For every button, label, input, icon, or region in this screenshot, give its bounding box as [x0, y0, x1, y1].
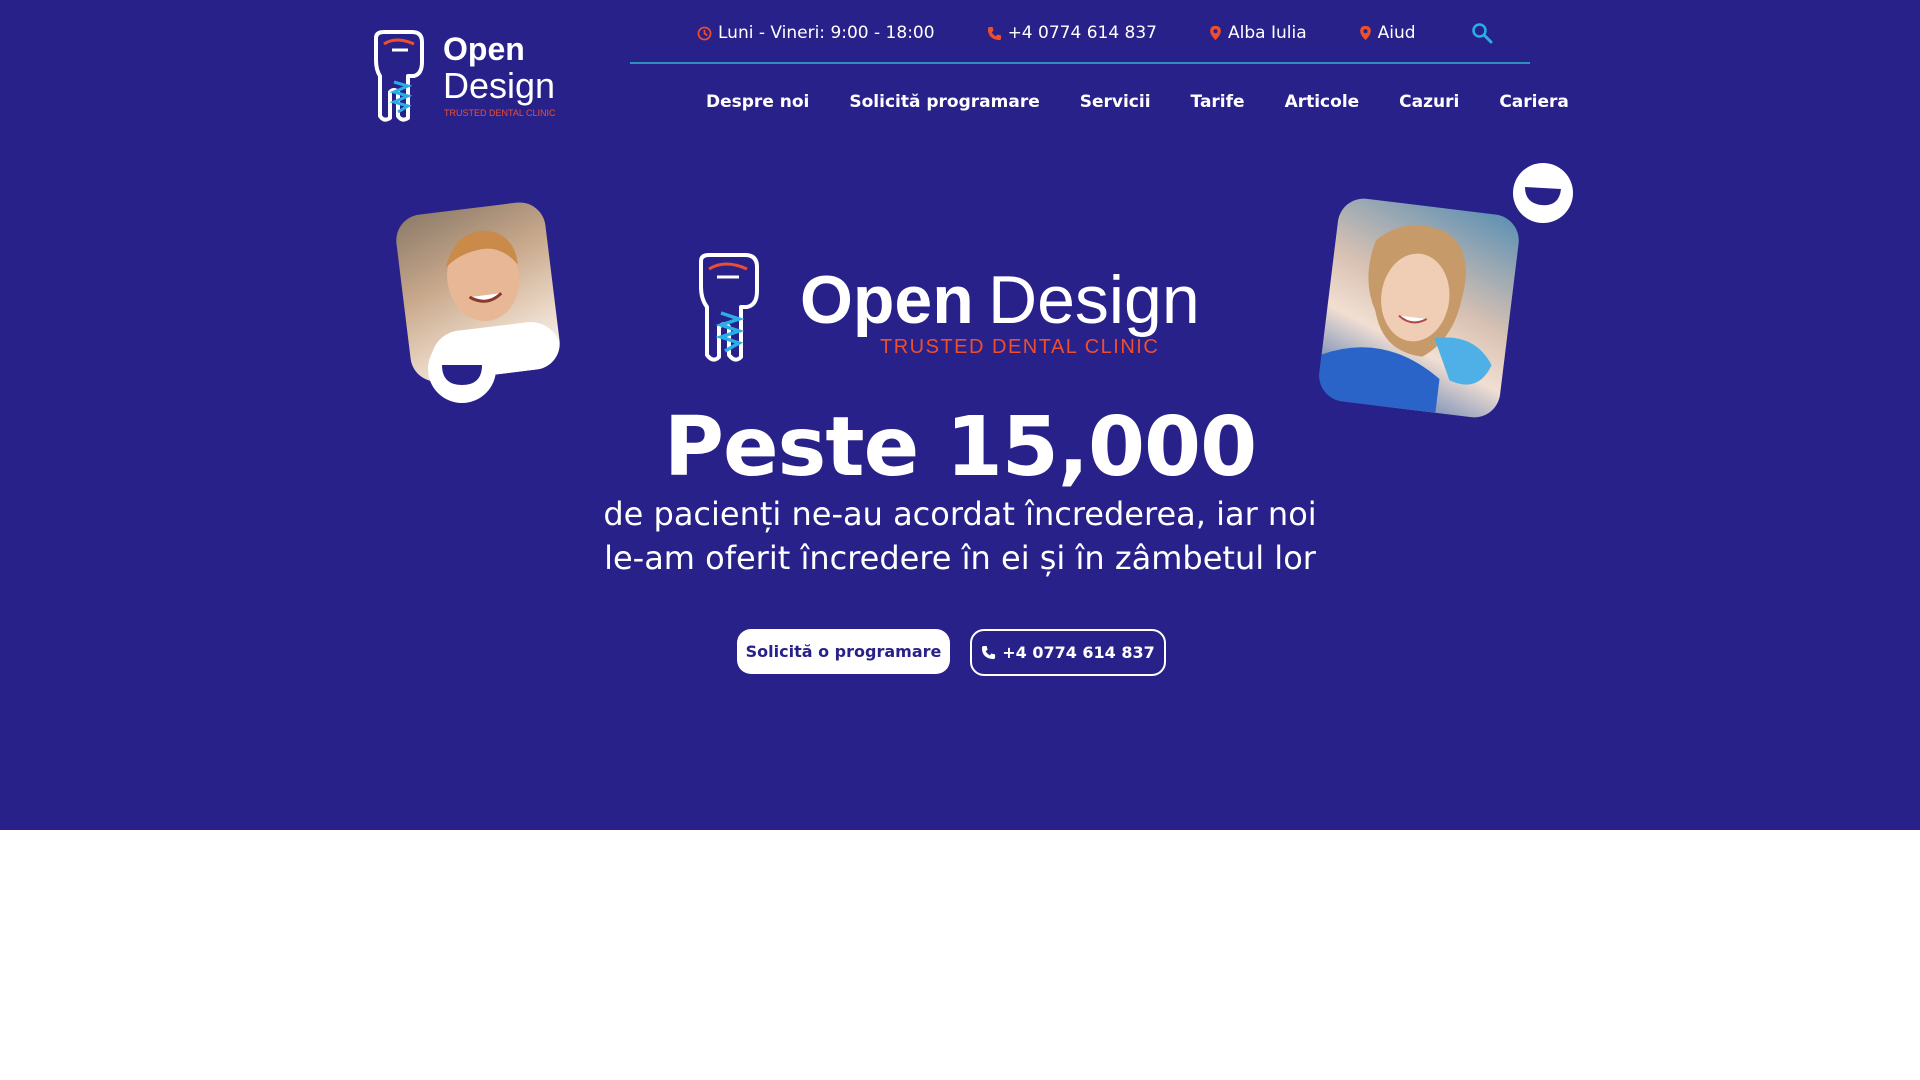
hero-subtitle-line: de pacienți ne-au acordat încrederea, ia…: [603, 495, 1317, 533]
request-appointment-button[interactable]: Solicită o programare: [737, 629, 950, 674]
hero-logo-tagline: TRUSTED DENTAL CLINIC: [880, 336, 1159, 358]
search-button[interactable]: [1471, 22, 1493, 44]
location-alba-iulia[interactable]: Alba Iulia: [1209, 23, 1307, 43]
nav-item-tarife[interactable]: Tarife: [1191, 92, 1245, 112]
location-text[interactable]: Alba Iulia: [1228, 23, 1307, 43]
hours-info: Luni - Vineri: 9:00 - 18:00: [697, 23, 935, 43]
nav-item-despre-noi[interactable]: Despre noi: [706, 92, 809, 112]
map-pin-icon: [1210, 25, 1221, 41]
main-nav: Despre noi Solicită programare Servicii …: [706, 92, 1609, 112]
tooth-icon: [374, 30, 424, 122]
topbar: Luni - Vineri: 9:00 - 18:00 +4 0774 614 …: [630, 0, 1530, 64]
site-logo[interactable]: Open Design TRUSTED DENTAL CLINIC: [368, 30, 580, 125]
smile-badge-icon: [1513, 163, 1573, 223]
search-icon: [1471, 23, 1493, 44]
nav-item-servicii[interactable]: Servicii: [1080, 92, 1151, 112]
nav-item-cazuri[interactable]: Cazuri: [1399, 92, 1459, 112]
logo-tagline: TRUSTED DENTAL CLINIC: [444, 108, 556, 118]
request-appointment-label: Solicită o programare: [745, 642, 942, 661]
nav-item-articole[interactable]: Articole: [1285, 92, 1360, 112]
hours-text: Luni - Vineri: 9:00 - 18:00: [718, 23, 935, 43]
hero-logo-word-open: Open: [800, 262, 974, 338]
hero-subtitle: de pacienți ne-au acordat încrederea, ia…: [600, 492, 1320, 580]
smile-badge-icon: [428, 335, 496, 403]
phone-info[interactable]: +4 0774 614 837: [987, 23, 1157, 43]
location-aiud[interactable]: Aiud: [1359, 23, 1416, 43]
hero-subtitle-line: le-am oferit încredere în ei și în zâmbe…: [604, 539, 1316, 577]
phone-icon: [987, 26, 1001, 40]
hero-headline: Peste 15,000: [663, 400, 1257, 495]
nav-item-solicita-programare[interactable]: Solicită programare: [849, 92, 1039, 112]
phone-text[interactable]: +4 0774 614 837: [1008, 23, 1157, 43]
call-phone-button[interactable]: +4 0774 614 837: [970, 629, 1166, 676]
phone-icon: [982, 645, 996, 660]
hero-section: Open Design TRUSTED DENTAL CLINIC Luni -…: [0, 0, 1920, 830]
photo-smiling-woman: [1316, 195, 1522, 421]
logo-word-design: Design: [443, 65, 555, 106]
clock-icon: [697, 26, 712, 40]
hero-logo: Open Design TRUSTED DENTAL CLINIC: [699, 253, 1200, 362]
hero-logo-word-design: Design: [988, 262, 1200, 338]
call-phone-label: +4 0774 614 837: [1002, 643, 1155, 662]
tooth-icon: [699, 253, 759, 362]
location-text[interactable]: Aiud: [1378, 23, 1416, 43]
map-pin-icon: [1359, 25, 1371, 41]
logo-word-open: Open: [443, 31, 525, 67]
nav-item-cariera[interactable]: Cariera: [1499, 92, 1569, 112]
